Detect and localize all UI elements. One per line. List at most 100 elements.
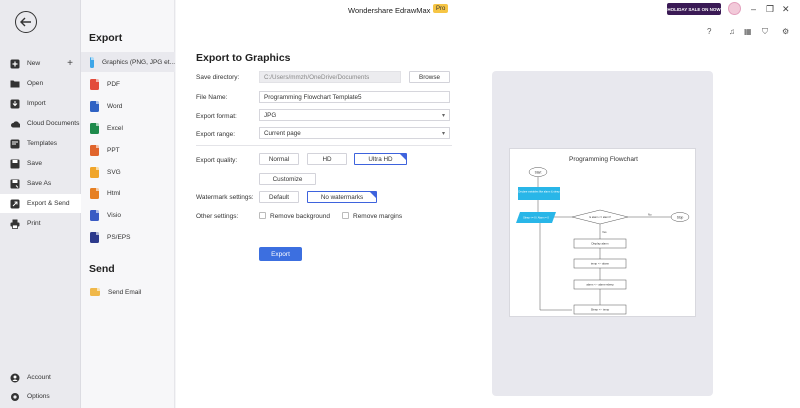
close-icon[interactable]: ✕ xyxy=(782,4,790,15)
format-html[interactable]: Html xyxy=(81,183,175,203)
save-icon xyxy=(10,159,20,169)
browse-button[interactable]: Browse xyxy=(409,71,450,83)
export-to-graphics-title: Export to Graphics xyxy=(196,52,291,64)
format-graphics[interactable]: Graphics (PNG, JPG et... xyxy=(81,52,175,72)
nav-save[interactable]: Save xyxy=(0,154,81,173)
folder-icon xyxy=(10,79,20,89)
nav-export-label: Export & Send xyxy=(27,200,70,207)
remove-background-label[interactable]: Remove background xyxy=(270,213,330,220)
settings-icon[interactable]: ⚙ xyxy=(782,27,789,36)
quality-hd-button[interactable]: HD xyxy=(307,153,347,165)
nav-open-label: Open xyxy=(27,80,44,87)
send-section-title: Send xyxy=(89,263,115,275)
file-name-label: File Name: xyxy=(196,94,228,101)
svg-file-icon xyxy=(90,166,99,178)
no-watermarks-label: No watermarks xyxy=(320,193,364,201)
nav-cloud-label: Cloud Documents xyxy=(27,120,80,127)
export-section-title: Export xyxy=(89,32,123,44)
remove-background-checkbox[interactable] xyxy=(259,212,266,219)
flowchart-start-label: Start xyxy=(535,171,542,175)
nav-templates[interactable]: Templates xyxy=(0,134,81,153)
send-email-label: Send Email xyxy=(108,288,142,296)
main-panel: Wondershare EdrawMax Pro HOLIDAY SALE ON… xyxy=(176,0,800,408)
nav-print[interactable]: Print xyxy=(0,214,81,233)
no-watermarks-button[interactable]: No watermarks xyxy=(307,191,377,203)
import-icon xyxy=(10,99,20,109)
save-as-icon xyxy=(10,179,20,189)
format-ps-eps[interactable]: PS/EPS xyxy=(81,227,175,247)
export-format-value: JPG xyxy=(264,111,277,119)
back-button[interactable] xyxy=(15,11,37,33)
nav-options[interactable]: Options xyxy=(0,387,81,406)
preview-page: Programming Flowchart Start Declare vari… xyxy=(509,148,696,317)
chevron-down-icon: ▾ xyxy=(441,131,445,137)
app-title: Wondershare EdrawMax xyxy=(348,6,431,15)
format-html-label: Html xyxy=(107,189,121,197)
file-name-value: Programming Flowchart Template5 xyxy=(264,93,362,101)
format-visio[interactable]: Visio xyxy=(81,205,175,225)
customize-button[interactable]: Customize xyxy=(259,173,316,185)
minimize-icon[interactable]: – xyxy=(751,4,756,14)
format-ppt-label: PPT xyxy=(107,146,120,154)
nav-cloud-documents[interactable]: Cloud Documents xyxy=(0,114,81,133)
nav-templates-label: Templates xyxy=(27,140,58,147)
promo-banner[interactable]: HOLIDAY SALE ON NOW xyxy=(667,3,721,15)
avatar[interactable] xyxy=(728,2,741,15)
nav-save-as-label: Save As xyxy=(27,180,52,187)
flowchart-declare-node xyxy=(518,187,560,200)
export-range-select[interactable]: Current page ▾ xyxy=(259,127,450,139)
bell-icon[interactable]: ♫ xyxy=(729,27,735,36)
flowchart-input-label: Sleep <= 0 / Alarm = 0 xyxy=(523,216,549,220)
pro-badge: Pro xyxy=(433,4,449,13)
add-icon[interactable]: + xyxy=(67,58,73,69)
flowchart-sleep-label: Sleep <-- temp xyxy=(591,308,610,312)
apps-icon[interactable]: ▦ xyxy=(744,27,752,36)
nav-account[interactable]: Account xyxy=(0,368,81,387)
send-email[interactable]: Send Email xyxy=(81,282,175,302)
nav-import[interactable]: Import xyxy=(0,94,81,113)
nav-import-label: Import xyxy=(27,100,46,107)
word-file-icon xyxy=(90,100,99,112)
save-directory-field: C:/Users/mmzh/OneDrive/Documents xyxy=(259,71,401,83)
divider xyxy=(196,145,452,146)
format-word[interactable]: Word xyxy=(81,96,175,116)
flowchart-stop-label: Stop xyxy=(677,216,684,220)
format-ppt[interactable]: PPT xyxy=(81,140,175,160)
export-range-label: Export range: xyxy=(196,131,236,138)
preview-panel: Programming Flowchart Start Declare vari… xyxy=(492,71,713,396)
ppt-file-icon xyxy=(90,144,99,156)
flowchart-no-label: No xyxy=(648,213,652,217)
templates-icon xyxy=(10,139,20,149)
selected-corner-icon xyxy=(400,154,406,160)
watermark-default-button[interactable]: Default xyxy=(259,191,299,203)
nav-save-label: Save xyxy=(27,160,43,167)
format-excel-label: Excel xyxy=(107,124,123,132)
quality-normal-button[interactable]: Normal xyxy=(259,153,299,165)
pdf-file-icon xyxy=(90,78,99,90)
remove-margins-checkbox[interactable] xyxy=(342,212,349,219)
help-icon[interactable]: ? xyxy=(707,27,711,36)
quality-ultra-hd-button[interactable]: Ultra HD xyxy=(354,153,407,165)
format-svg[interactable]: SVG xyxy=(81,162,175,182)
nav-new-label: New xyxy=(27,60,41,67)
remove-margins-label[interactable]: Remove margins xyxy=(353,213,402,220)
left-nav: New + Open Import Cloud Documents Templa… xyxy=(0,0,81,408)
nav-open[interactable]: Open xyxy=(0,74,81,93)
title-bar: Wondershare EdrawMax Pro HOLIDAY SALE ON… xyxy=(176,0,800,20)
nav-save-as[interactable]: Save As xyxy=(0,174,81,193)
format-excel[interactable]: Excel xyxy=(81,118,175,138)
plus-square-icon xyxy=(10,59,20,69)
file-name-input[interactable]: Programming Flowchart Template5 xyxy=(259,91,450,103)
export-button[interactable]: Export xyxy=(259,247,302,261)
flowchart-yes-label: Yes xyxy=(602,230,607,234)
format-visio-label: Visio xyxy=(107,211,121,219)
flowchart-temp-label: temp <-- alarm xyxy=(591,262,610,266)
nav-new[interactable]: New + xyxy=(0,54,81,73)
format-graphics-label: Graphics (PNG, JPG et... xyxy=(102,58,175,66)
format-pdf[interactable]: PDF xyxy=(81,74,175,94)
export-format-select[interactable]: JPG ▾ xyxy=(259,109,450,121)
shirt-icon[interactable]: ⛉ xyxy=(762,27,768,37)
account-icon xyxy=(10,373,20,383)
nav-export-send[interactable]: Export & Send xyxy=(0,194,81,213)
restore-icon[interactable]: ❐ xyxy=(766,4,774,15)
